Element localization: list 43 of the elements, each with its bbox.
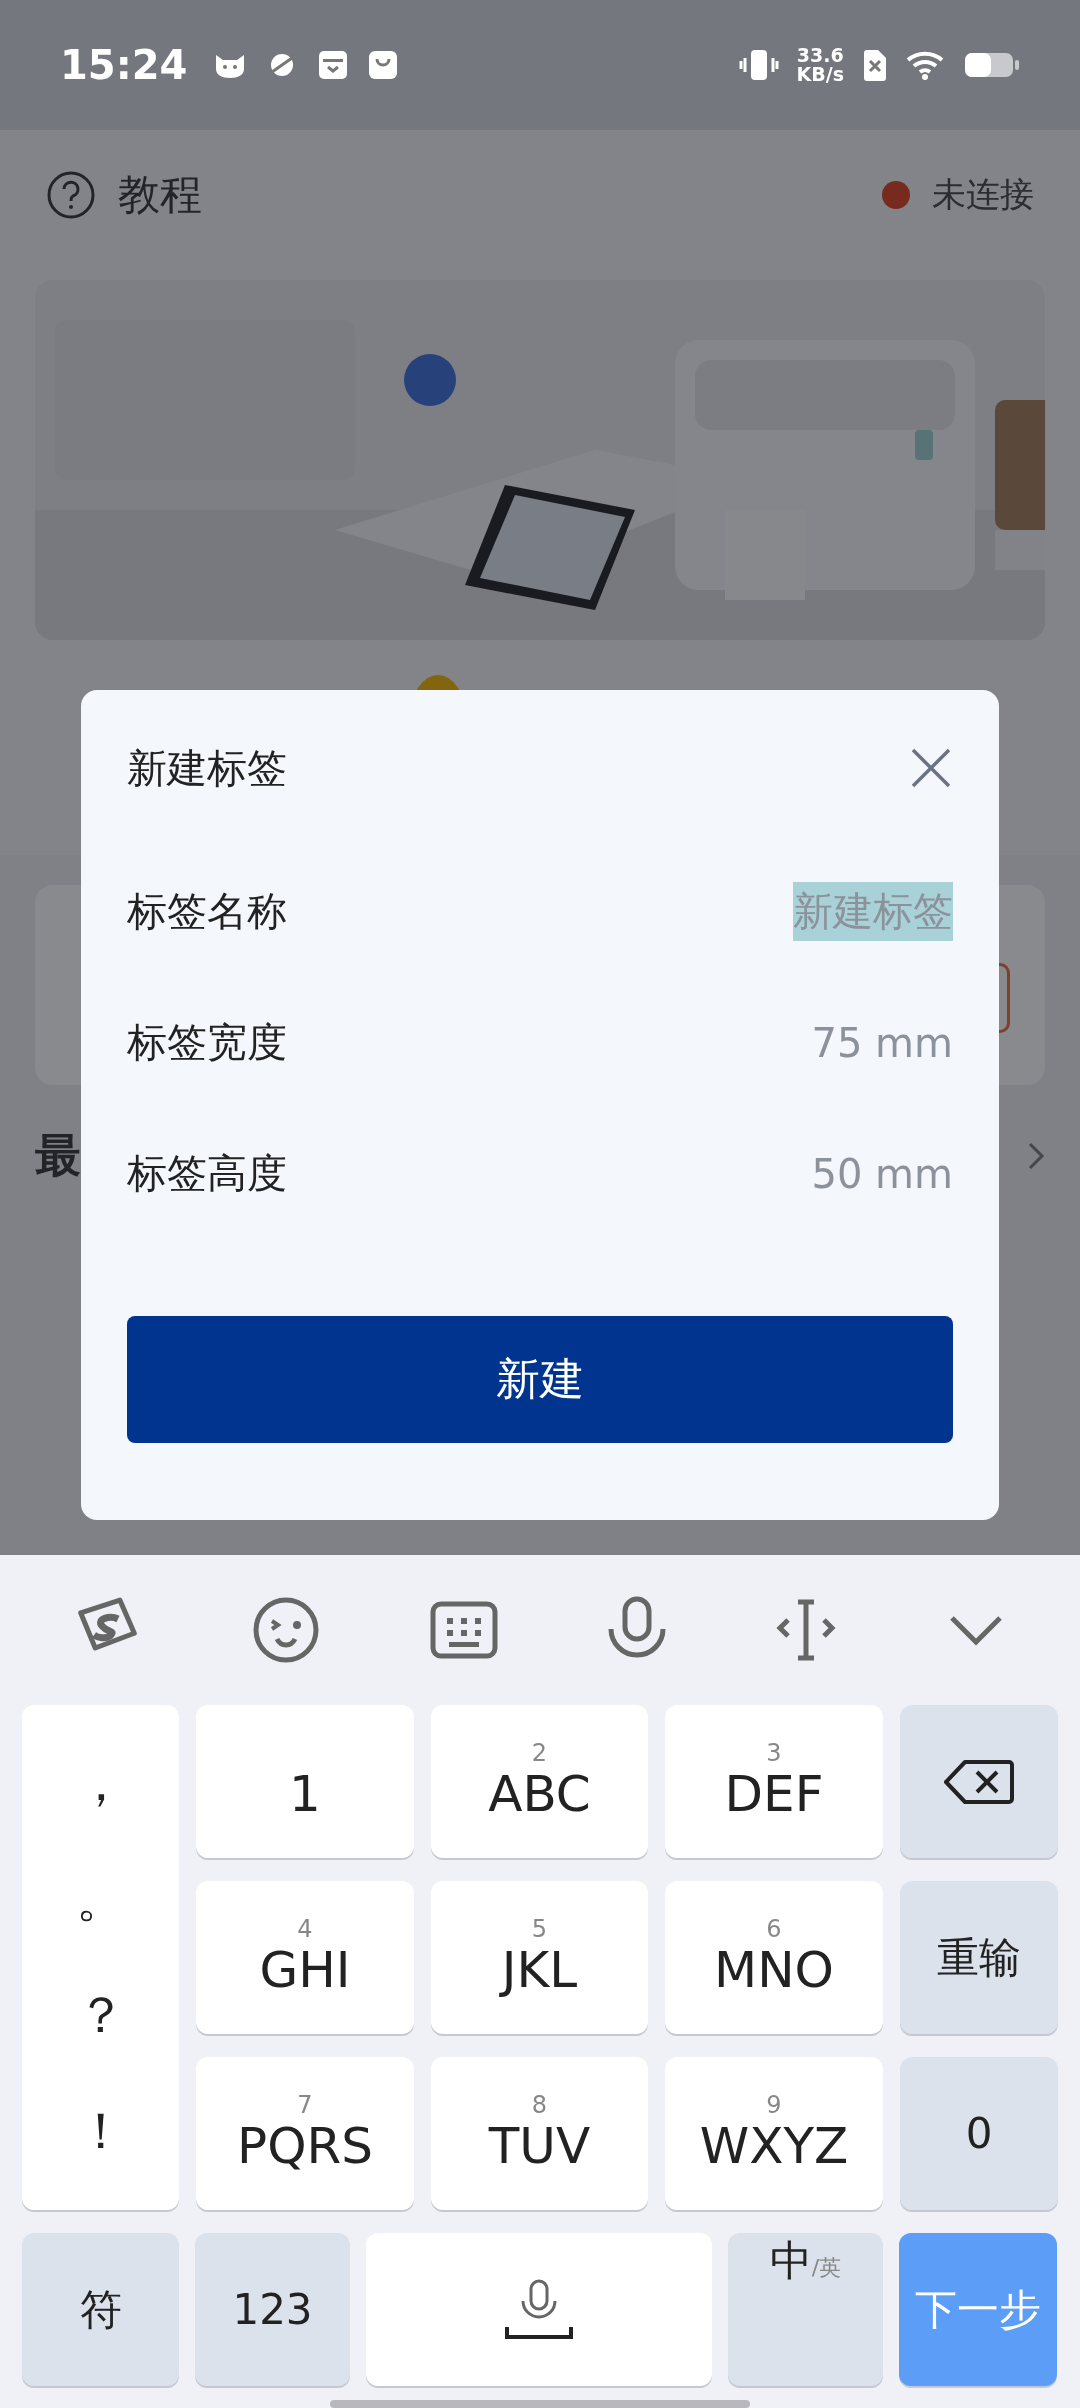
sim-icon	[862, 49, 888, 81]
function-key[interactable]: 重输	[900, 1881, 1058, 2034]
status-dot	[882, 181, 910, 209]
microphone-icon	[503, 2278, 575, 2341]
keypad-key[interactable]: 9 WXYZ	[665, 2057, 883, 2210]
punctuation-key[interactable]: 。	[75, 1865, 126, 1933]
keypad-key[interactable]: 3 DEF	[665, 1705, 883, 1858]
help-icon[interactable]	[46, 170, 96, 220]
tutorial-link[interactable]: 教程	[118, 167, 202, 223]
create-button[interactable]: 新建	[127, 1316, 953, 1443]
keypad-key[interactable]: 4 GHI	[196, 1881, 414, 2034]
close-icon[interactable]	[909, 746, 953, 790]
keypad-key[interactable]: 8 TUV	[431, 2057, 648, 2210]
function-key[interactable]: 0	[900, 2057, 1058, 2210]
field-label: 标签名称	[127, 887, 287, 936]
speed-unit: KB/s	[796, 65, 844, 84]
keyboard-icon[interactable]	[429, 1600, 500, 1660]
dialog-title: 新建标签	[127, 743, 287, 793]
keypad-key[interactable]: 7 PQRS	[196, 2057, 414, 2210]
connection-status: 未连接	[932, 173, 1034, 216]
keypad-key[interactable]: 6 MNO	[665, 1881, 883, 2034]
speed-value: 33.6	[796, 46, 844, 65]
status-time: 15:24	[60, 42, 188, 88]
function-key[interactable]: 符	[22, 2233, 179, 2386]
vibrate-icon	[738, 48, 779, 82]
chevron-right-icon[interactable]	[1027, 1141, 1045, 1171]
function-key[interactable]: 123	[195, 2233, 350, 2386]
section-title: 最	[35, 1127, 81, 1184]
keypad-key[interactable]: 2 ABC	[431, 1705, 648, 1858]
punctuation-key[interactable]: ，	[75, 1749, 126, 1817]
battery-icon	[964, 50, 1020, 80]
punctuation-key[interactable]: ？	[75, 1982, 126, 2050]
bag-icon	[367, 49, 400, 81]
wifi-icon	[906, 49, 946, 81]
field-label: 标签高度	[127, 1149, 287, 1198]
keypad-key[interactable]: 1	[196, 1705, 414, 1858]
language-key[interactable]: 中/英	[728, 2233, 883, 2386]
backspace-icon	[943, 1757, 1015, 1806]
backspace-key[interactable]	[900, 1705, 1058, 1858]
punctuation-key[interactable]: ！	[75, 2098, 126, 2166]
field-label: 标签宽度	[127, 1018, 287, 1067]
box-icon	[317, 49, 350, 81]
keypad-key[interactable]: 5 JKL	[431, 1881, 648, 2034]
